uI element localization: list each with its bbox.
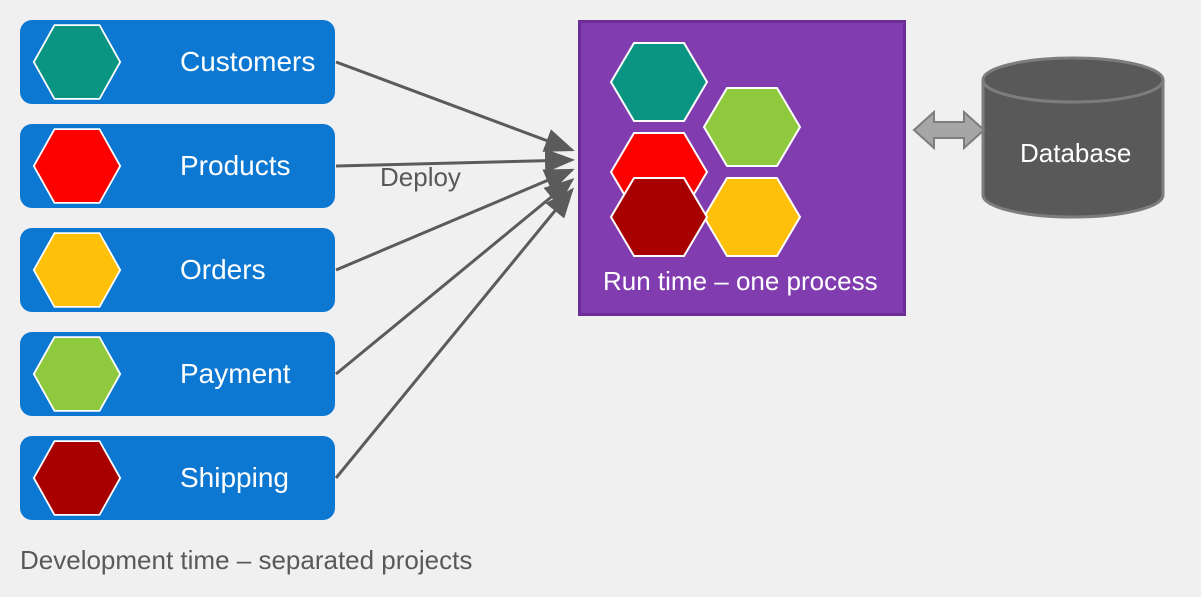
hexagon-icon — [704, 88, 800, 166]
database-label: Database — [1020, 138, 1131, 169]
deploy-label: Deploy — [380, 162, 461, 193]
module-label: Orders — [180, 254, 266, 286]
hexagon-icon — [32, 439, 122, 517]
module-label: Customers — [180, 46, 315, 78]
dev-caption: Development time – separated projects — [20, 545, 472, 576]
hexagon-icon — [32, 335, 122, 413]
module-label: Payment — [180, 358, 291, 390]
runtime-box: Run time – one process — [578, 20, 906, 316]
module-label: Products — [180, 150, 291, 182]
runtime-hexagons — [596, 38, 896, 268]
module-customers: Customers — [20, 20, 335, 104]
hexagon-icon — [32, 127, 122, 205]
hexagon-icon — [704, 178, 800, 256]
module-label: Shipping — [180, 462, 289, 494]
module-products: Products — [20, 124, 335, 208]
module-orders: Orders — [20, 228, 335, 312]
hexagon-icon — [32, 23, 122, 101]
hexagon-icon — [611, 43, 707, 121]
module-payment: Payment — [20, 332, 335, 416]
module-shipping: Shipping — [20, 436, 335, 520]
runtime-label: Run time – one process — [603, 266, 878, 297]
deploy-arrows — [336, 62, 572, 478]
bidirectional-arrow-icon — [914, 112, 984, 148]
hexagon-icon — [32, 231, 122, 309]
